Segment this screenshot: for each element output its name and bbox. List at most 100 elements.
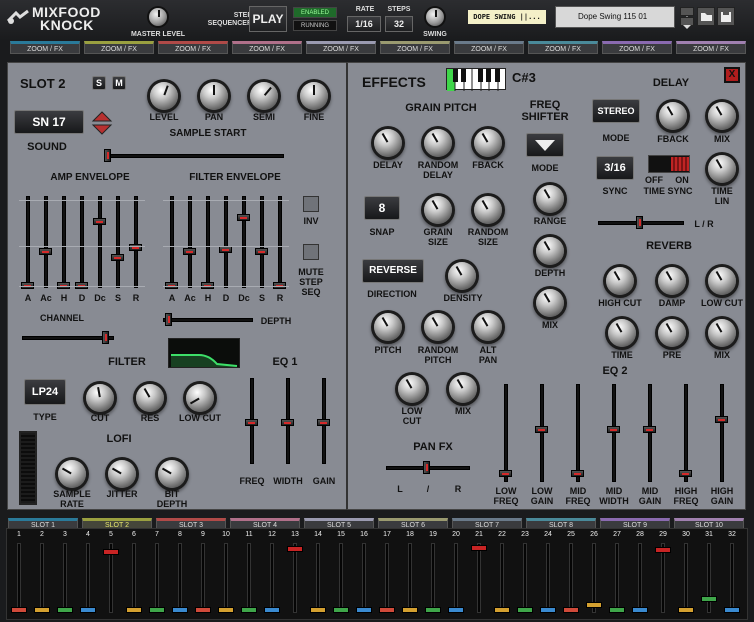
range-knob[interactable] — [536, 185, 564, 213]
step-handle-8[interactable] — [172, 607, 188, 613]
step-track-30[interactable] — [684, 543, 688, 613]
step-track-18[interactable] — [408, 543, 412, 613]
swing-knob[interactable] — [426, 8, 444, 26]
delay-mix-knob[interactable] — [708, 102, 736, 130]
filter-type-select[interactable]: LP24 — [24, 379, 66, 405]
sound-up-button[interactable] — [91, 109, 113, 122]
step-handle-10[interactable] — [218, 607, 234, 613]
step-handle-27[interactable] — [609, 607, 625, 613]
rate-select[interactable]: 1/16 — [347, 16, 381, 32]
step-handle-15[interactable] — [333, 607, 349, 613]
mute-step-seq-toggle[interactable] — [303, 244, 319, 260]
folder-button[interactable] — [697, 7, 715, 26]
step-handle-23[interactable] — [517, 607, 533, 613]
step-handle-19[interactable] — [425, 607, 441, 613]
step-handle-20[interactable] — [448, 607, 464, 613]
step-track-32[interactable] — [730, 543, 734, 613]
eq1-handle-3[interactable] — [317, 419, 330, 426]
amp-env-handle-5[interactable] — [93, 218, 106, 225]
eq2-track-2[interactable] — [540, 384, 544, 482]
zoom-fx-tab-8[interactable]: ZOOM / FX — [528, 41, 598, 54]
zoom-fx-tab-4[interactable]: ZOOM / FX — [232, 41, 302, 54]
step-handle-16[interactable] — [356, 607, 372, 613]
delay-lr-handle[interactable] — [636, 216, 643, 229]
depth-handle[interactable] — [165, 313, 172, 326]
eq2-handle-1[interactable] — [499, 470, 512, 477]
freq-shifter-mode-select[interactable] — [526, 133, 564, 157]
zoom-fx-tab-7[interactable]: ZOOM / FX — [454, 41, 524, 54]
step-handle-1[interactable] — [11, 607, 27, 613]
delay-mode-select[interactable]: STEREO — [592, 99, 640, 123]
step-track-6[interactable] — [132, 543, 136, 613]
step-track-16[interactable] — [362, 543, 366, 613]
amp-env-track-7[interactable] — [134, 196, 138, 288]
alt-pan-knob[interactable] — [474, 313, 502, 341]
step-track-28[interactable] — [638, 543, 642, 613]
zoom-fx-tab-2[interactable]: ZOOM / FX — [84, 41, 154, 54]
eq2-handle-3[interactable] — [571, 470, 584, 477]
semi-knob[interactable] — [250, 82, 278, 110]
step-track-29[interactable] — [661, 543, 665, 613]
sample-start-slider[interactable] — [104, 154, 284, 158]
zoom-fx-tab-9[interactable]: ZOOM / FX — [602, 41, 672, 54]
pitch-knob[interactable] — [374, 313, 402, 341]
filter-env-track-5[interactable] — [242, 196, 246, 288]
random-pitch-knob[interactable] — [424, 313, 452, 341]
amp-env-track-4[interactable] — [80, 196, 84, 288]
pan-knob[interactable] — [200, 82, 228, 110]
filter-env-handle-4[interactable] — [219, 246, 232, 253]
master-level-knob[interactable] — [149, 8, 167, 26]
res-knob[interactable] — [136, 384, 164, 412]
note-keyboard[interactable] — [446, 68, 506, 91]
solo-button[interactable]: S — [92, 76, 106, 90]
depth-slider[interactable] — [163, 318, 253, 322]
eq2-track-3[interactable] — [576, 384, 580, 482]
step-track-31[interactable] — [707, 543, 711, 613]
rev-mix-knob[interactable] — [708, 319, 736, 347]
step-handle-9[interactable] — [195, 607, 211, 613]
step-track-8[interactable] — [178, 543, 182, 613]
step-handle-6[interactable] — [126, 607, 142, 613]
grain-size-knob[interactable] — [424, 196, 452, 224]
density-knob[interactable] — [448, 262, 476, 290]
close-button[interactable]: X — [724, 67, 740, 83]
step-track-10[interactable] — [224, 543, 228, 613]
filter-env-track-6[interactable] — [260, 196, 264, 288]
fs-depth-knob[interactable] — [536, 237, 564, 265]
filter-env-handle-6[interactable] — [255, 248, 268, 255]
delay-fback-knob[interactable] — [659, 102, 687, 130]
preset-down-button[interactable] — [680, 17, 694, 29]
eq2-track-6[interactable] — [684, 384, 688, 482]
filter-env-track-4[interactable] — [224, 196, 228, 288]
step-handle-22[interactable] — [494, 607, 510, 613]
grain-low-cut-knob[interactable] — [398, 375, 426, 403]
step-track-9[interactable] — [201, 543, 205, 613]
steps-select[interactable]: 32 — [385, 16, 413, 32]
preset-up-button[interactable] — [680, 7, 694, 20]
amp-env-handle-6[interactable] — [111, 254, 124, 261]
step-track-22[interactable] — [500, 543, 504, 613]
save-button[interactable] — [717, 7, 735, 26]
filter-env-handle-2[interactable] — [183, 248, 196, 255]
level-knob[interactable] — [150, 82, 178, 110]
step-handle-32[interactable] — [724, 607, 740, 613]
sound-select[interactable]: SN 17 — [14, 110, 84, 134]
step-track-27[interactable] — [615, 543, 619, 613]
filter-env-track-3[interactable] — [206, 196, 210, 288]
step-track-4[interactable] — [86, 543, 90, 613]
random-delay-knob[interactable] — [424, 129, 452, 157]
rev-high-cut-knob[interactable] — [606, 267, 634, 295]
time-lin-knob[interactable] — [708, 155, 736, 183]
eq1-handle-1[interactable] — [245, 419, 258, 426]
step-track-14[interactable] — [316, 543, 320, 613]
eq2-track-4[interactable] — [612, 384, 616, 482]
rev-time-knob[interactable] — [608, 319, 636, 347]
step-track-24[interactable] — [546, 543, 550, 613]
step-track-21[interactable] — [477, 543, 481, 613]
pan-fx-handle[interactable] — [423, 461, 430, 474]
amp-env-track-3[interactable] — [62, 196, 66, 288]
jitter-knob[interactable] — [108, 460, 136, 488]
amp-env-track-5[interactable] — [98, 196, 102, 288]
pre-knob[interactable] — [658, 319, 686, 347]
zoom-fx-tab-1[interactable]: ZOOM / FX — [10, 41, 80, 54]
